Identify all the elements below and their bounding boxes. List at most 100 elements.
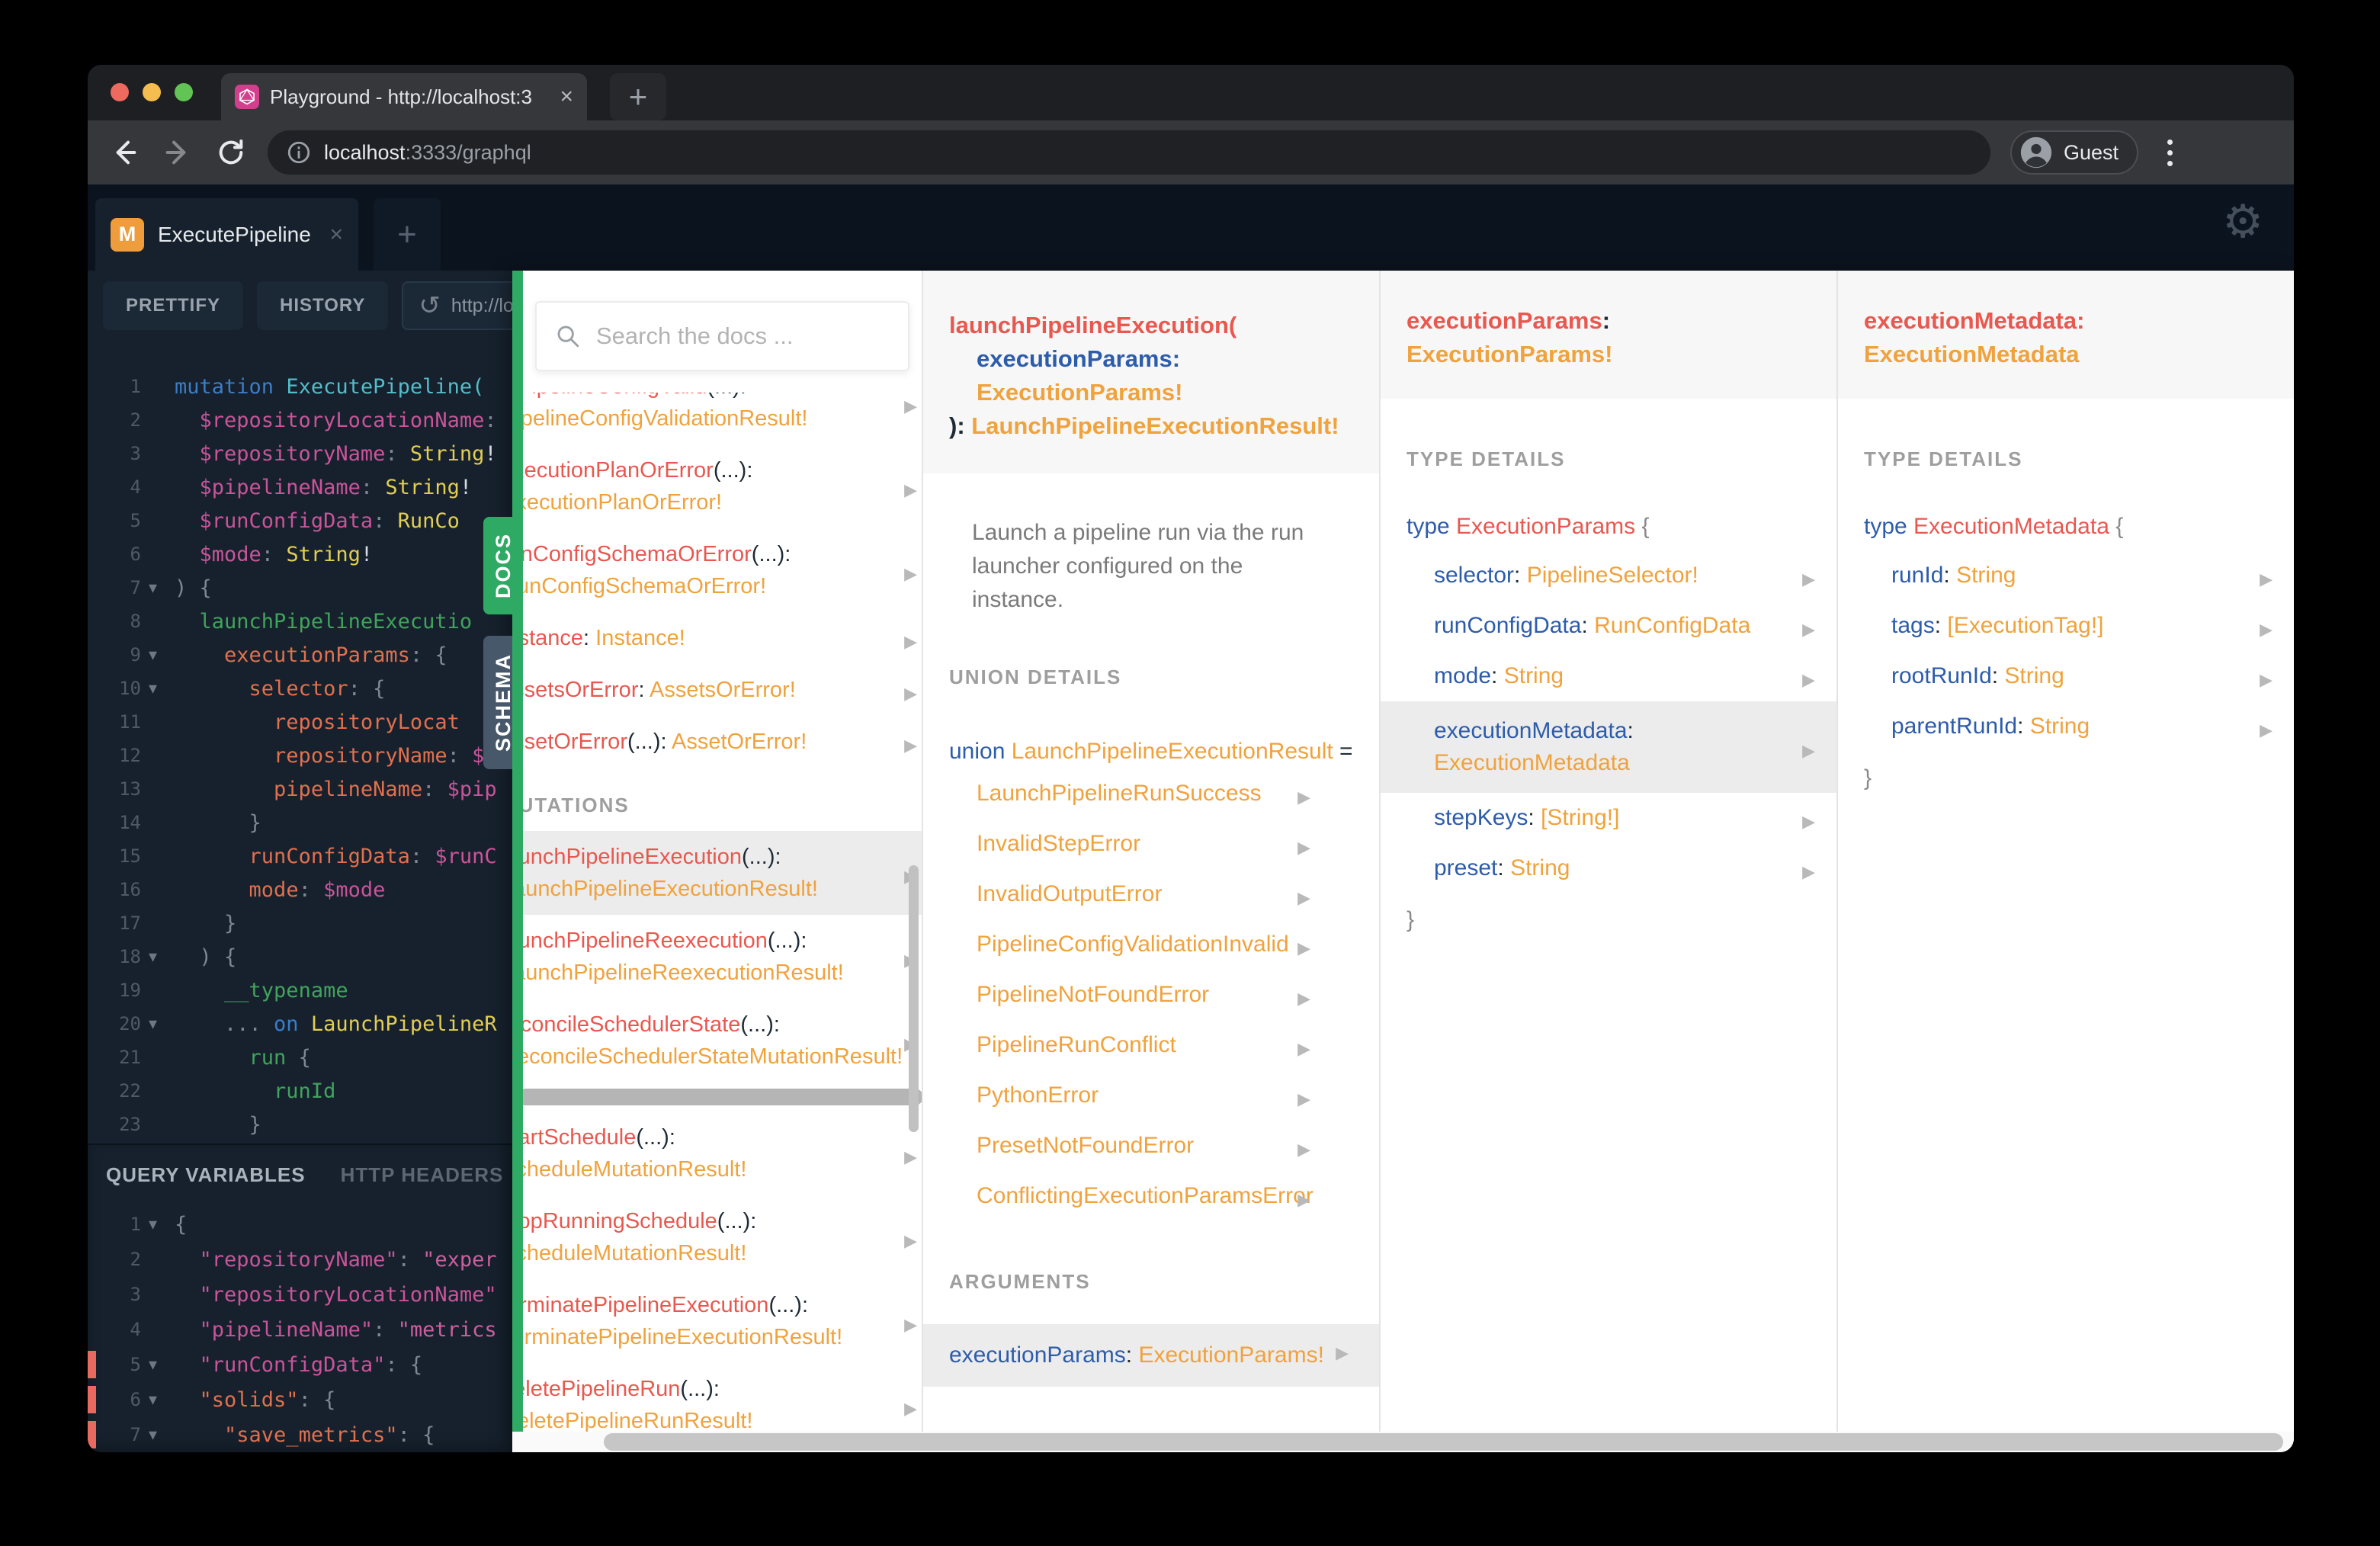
reload-icon[interactable] <box>214 136 248 169</box>
code-line[interactable]: 20 ▾ ... on LaunchPipelineR <box>88 1007 512 1041</box>
type-field-row[interactable]: mode: String ▶ <box>1381 651 1836 701</box>
fold-arrow-icon[interactable]: ▾ <box>149 678 175 698</box>
type-field-row[interactable]: runId: String ▶ <box>1838 550 2294 601</box>
code-line[interactable]: 11 repositoryLocat <box>88 705 512 739</box>
union-member-row[interactable]: InvalidStepError ▶ <box>923 819 1379 869</box>
doc-field-row[interactable]: assetsOrError: AssetsOrError!▶ <box>523 664 922 716</box>
expand-arrow-icon[interactable]: ▶ <box>2260 614 2273 646</box>
expand-arrow-icon[interactable]: ▶ <box>1802 806 1815 838</box>
expand-arrow-icon[interactable]: ▶ <box>904 730 917 762</box>
union-member-row[interactable]: PipelineRunConflict ▶ <box>923 1020 1379 1070</box>
expand-arrow-icon[interactable]: ▶ <box>904 626 917 658</box>
code-line[interactable]: 16 mode: $mode <box>88 873 512 906</box>
horizontal-scrollbar-thumb[interactable] <box>523 1089 922 1105</box>
expand-arrow-icon[interactable]: ▶ <box>904 1309 917 1341</box>
doc-field-row[interactable]: reconcileSchedulerState(...): ReconcileSc… <box>523 999 922 1083</box>
code-line[interactable]: 10 ▾ selector: { <box>88 672 512 705</box>
code-line[interactable]: 1 ▾{ <box>88 1207 512 1242</box>
union-member-row[interactable]: InvalidOutputError ▶ <box>923 869 1379 919</box>
fold-arrow-icon[interactable]: ▾ <box>149 1425 175 1445</box>
expand-arrow-icon[interactable]: ▶ <box>904 1141 917 1173</box>
expand-arrow-icon[interactable]: ▶ <box>1297 1083 1310 1115</box>
expand-arrow-icon[interactable]: ▶ <box>904 678 917 710</box>
docs-field-list[interactable]: isPipelineConfigValid(...):PipelineConfi… <box>523 393 922 1432</box>
doc-field-row[interactable]: runConfigSchemaOrError(...): RunConfigSch… <box>523 528 922 612</box>
profile-button[interactable]: Guest <box>2010 130 2139 175</box>
doc-field-row[interactable]: instance: Instance!▶ <box>523 612 922 664</box>
fold-arrow-icon[interactable]: ▾ <box>149 1014 175 1034</box>
forward-icon[interactable] <box>161 136 194 169</box>
union-member-row[interactable]: PipelineNotFoundError ▶ <box>923 970 1379 1020</box>
expand-arrow-icon[interactable]: ▶ <box>904 1393 917 1425</box>
expand-arrow-icon[interactable]: ▶ <box>1802 664 1815 696</box>
code-line[interactable]: 4 "pipelineName": "metrics <box>88 1312 512 1347</box>
doc-field-row[interactable]: isPipelineConfigValid(...):PipelineConfi… <box>523 393 922 444</box>
expand-arrow-icon[interactable]: ▶ <box>2260 714 2273 746</box>
code-line[interactable]: 22 runId <box>88 1074 512 1108</box>
type-field-row[interactable]: parentRunId: String ▶ <box>1838 701 2294 752</box>
back-icon[interactable] <box>107 136 141 169</box>
fold-arrow-icon[interactable]: ▾ <box>149 645 175 665</box>
code-line[interactable]: 5 $runConfigData: RunCo <box>88 504 512 537</box>
expand-arrow-icon[interactable]: ▶ <box>1802 563 1815 595</box>
doc-field-row[interactable]: deletePipelineRun(...):DeletePipelineRun… <box>523 1363 922 1432</box>
expand-arrow-icon[interactable]: ▶ <box>904 558 917 590</box>
code-line[interactable]: 2 $repositoryLocationName: <box>88 403 512 437</box>
close-window-button[interactable] <box>111 83 129 101</box>
variables-code[interactable]: 1 ▾{2 "repositoryName": "exper 3 "reposito… <box>88 1207 512 1452</box>
code-line[interactable]: 19 __typename <box>88 973 512 1007</box>
union-member-row[interactable]: LaunchPipelineRunSuccess ▶ <box>923 768 1379 819</box>
history-button[interactable]: HISTORY <box>257 281 389 330</box>
new-session-button[interactable]: + <box>374 198 441 271</box>
fold-arrow-icon[interactable]: ▾ <box>149 1355 175 1374</box>
doc-field-row[interactable]: stopRunningSchedule(...):ScheduleMutatio… <box>523 1195 922 1279</box>
type-field-row[interactable]: selector: PipelineSelector! ▶ <box>1381 550 1836 601</box>
tab-close-icon[interactable]: × <box>560 84 573 110</box>
horizontal-scrollbar[interactable] <box>512 1432 2294 1452</box>
code-line[interactable]: 7 ▾) { <box>88 571 512 605</box>
code-line[interactable]: 4 $pipelineName: String! <box>88 470 512 504</box>
code-line[interactable]: 1 mutation ExecutePipeline( <box>88 370 512 403</box>
browser-new-tab-button[interactable]: + <box>610 73 666 120</box>
union-member-row[interactable]: PythonError ▶ <box>923 1070 1379 1121</box>
expand-arrow-icon[interactable]: ▶ <box>2260 664 2273 696</box>
fold-arrow-icon[interactable]: ▾ <box>149 578 175 598</box>
code-line[interactable]: 6 $mode: String! <box>88 537 512 571</box>
prettify-button[interactable]: PRETTIFY <box>103 281 244 330</box>
type-field-row[interactable]: preset: String ▶ <box>1381 843 1836 893</box>
code-line[interactable]: 9 ▾ executionParams: { <box>88 638 512 672</box>
doc-field-row[interactable]: launchPipelineExecution(...): LaunchPipel… <box>523 831 922 915</box>
settings-gear-icon[interactable]: ⚙ <box>2222 195 2263 249</box>
doc-field-row[interactable]: executionPlanOrError(...):ExecutionPlanO… <box>523 444 922 528</box>
fold-arrow-icon[interactable]: ▾ <box>149 1214 175 1234</box>
maximize-window-button[interactable] <box>175 83 193 101</box>
docs-drag-handle[interactable] <box>512 271 523 1452</box>
endpoint-input[interactable]: ↺ http://loc <box>402 281 512 330</box>
expand-arrow-icon[interactable]: ▶ <box>1297 832 1310 864</box>
query-editor-pane[interactable]: PRETTIFY HISTORY ↺ http://loc 1 mutation … <box>88 271 512 1452</box>
code-line[interactable]: 3 $repositoryName: String! <box>88 437 512 470</box>
fold-arrow-icon[interactable]: ▾ <box>149 947 175 967</box>
argument-row[interactable]: executionParams: ExecutionParams! ▶ <box>923 1324 1379 1387</box>
type-field-row[interactable]: stepKeys: [String!] ▶ <box>1381 793 1836 843</box>
expand-arrow-icon[interactable]: ▶ <box>1297 932 1310 964</box>
expand-arrow-icon[interactable]: ▶ <box>1297 882 1310 914</box>
expand-arrow-icon[interactable]: ▶ <box>1297 1184 1310 1216</box>
code-line[interactable]: 7 ▾ "save_metrics": { <box>88 1417 512 1452</box>
horizontal-scrollbar-thumb[interactable] <box>604 1433 2283 1451</box>
code-line[interactable]: 13 pipelineName: $pip <box>88 772 512 806</box>
expand-arrow-icon[interactable]: ▶ <box>1297 1134 1310 1166</box>
type-field-row[interactable]: tags: [ExecutionTag!] ▶ <box>1838 601 2294 651</box>
code-line[interactable]: 18 ▾ ) { <box>88 940 512 973</box>
code-line[interactable]: 6 ▾ "solids": { <box>88 1382 512 1417</box>
union-member-row[interactable]: PresetNotFoundError ▶ <box>923 1121 1379 1171</box>
type-field-row[interactable]: executionMetadata: ExecutionMetadata ▶ <box>1381 701 1836 793</box>
expand-arrow-icon[interactable]: ▶ <box>1297 781 1310 813</box>
expand-arrow-icon[interactable]: ▶ <box>1802 735 1815 767</box>
site-info-icon[interactable] <box>286 140 312 165</box>
type-field-row[interactable]: runConfigData: RunConfigData ▶ <box>1381 601 1836 651</box>
expand-arrow-icon[interactable]: ▶ <box>904 1225 917 1257</box>
union-member-row[interactable]: ConflictingExecutionParamsError ▶ <box>923 1171 1379 1221</box>
minimize-window-button[interactable] <box>143 83 161 101</box>
vertical-scrollbar[interactable] <box>909 865 919 1132</box>
